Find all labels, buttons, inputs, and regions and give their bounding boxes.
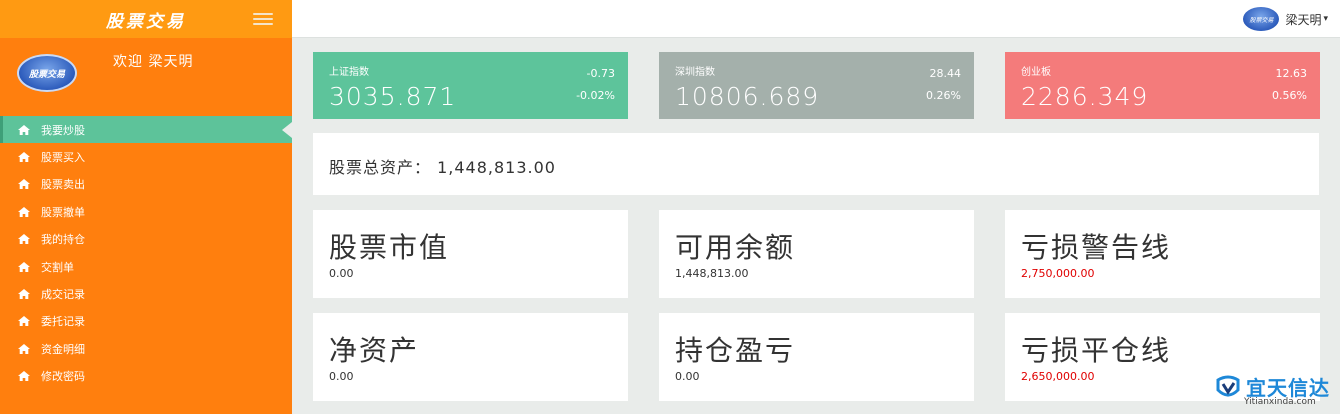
index-value: 10806.689 xyxy=(675,82,820,111)
brand-header: 股票交易 xyxy=(0,0,292,38)
index-card-chinext: 创业板 2286.349 12.63 0.56% xyxy=(1005,52,1320,119)
sidebar-item-buy[interactable]: 股票买入 xyxy=(0,143,292,170)
index-change-percent: 0.56% xyxy=(1272,89,1307,102)
total-assets-text: 股票总资产： 1,448,813.00 xyxy=(329,154,556,178)
sidebar-item-order-records[interactable]: 委托记录 xyxy=(0,308,292,335)
sidebar-menu: 我要炒股 股票买入 股票卖出 股票撤单 我的持仓 交割单 成交记录 委托记录 资… xyxy=(0,116,292,390)
home-icon xyxy=(18,234,30,245)
sidebar-item-label: 委托记录 xyxy=(41,315,85,329)
avatar-logo-text: 股票交易 xyxy=(1249,16,1274,24)
index-value: 3035.871 xyxy=(329,82,457,111)
index-name: 创业板 xyxy=(1021,67,1051,78)
sidebar-item-label: 修改密码 xyxy=(41,370,85,384)
avatar-logo-text: 股票交易 xyxy=(28,69,65,80)
index-change: 12.63 xyxy=(1275,67,1308,80)
welcome-text: 欢迎 梁天明 xyxy=(113,54,194,70)
sidebar-item-change-password[interactable]: 修改密码 xyxy=(0,363,292,390)
stat-card-position-pnl: 持仓盈亏 0.00 xyxy=(659,313,974,401)
stat-value: 0.00 xyxy=(329,370,354,383)
sidebar-item-fund-details[interactable]: 资金明细 xyxy=(0,335,292,362)
stat-value: 2,750,000.00 xyxy=(1021,267,1095,280)
stat-title: 净资产 xyxy=(329,334,420,367)
total-assets-panel: 股票总资产： 1,448,813.00 xyxy=(313,133,1319,195)
avatar: 股票交易 xyxy=(17,54,77,92)
stat-title: 亏损警告线 xyxy=(1021,231,1172,264)
home-icon xyxy=(18,289,30,300)
sidebar-item-settlement[interactable]: 交割单 xyxy=(0,253,292,280)
sidebar-item-label: 股票撤单 xyxy=(41,205,85,219)
user-menu-dropdown[interactable]: 股票交易 梁天明 ▾ xyxy=(1243,7,1328,31)
home-icon xyxy=(18,343,30,354)
sidebar-item-trade[interactable]: 我要炒股 xyxy=(0,116,292,144)
top-bar: 股票交易 梁天明 ▾ xyxy=(292,0,1340,38)
stat-card-loss-warning-line: 亏损警告线 2,750,000.00 xyxy=(1005,210,1320,298)
caret-down-icon: ▾ xyxy=(1323,14,1328,24)
stat-value: 1,448,813.00 xyxy=(675,267,749,280)
stat-value: 2,650,000.00 xyxy=(1021,370,1095,383)
index-card-shenzhen: 深圳指数 10806.689 28.44 0.26% xyxy=(659,52,974,119)
sidebar-item-label: 成交记录 xyxy=(41,288,85,302)
sidebar-item-trade-records[interactable]: 成交记录 xyxy=(0,280,292,307)
watermark: 宜天信达 Yitianxinda.com xyxy=(1214,372,1338,412)
sidebar-item-positions[interactable]: 我的持仓 xyxy=(0,226,292,253)
stat-value: 0.00 xyxy=(329,267,354,280)
index-card-shanghai: 上证指数 3035.871 -0.73 -0.02% xyxy=(313,52,628,119)
brand-title: 股票交易 xyxy=(106,11,186,32)
home-icon xyxy=(18,179,30,190)
watermark-logo-icon xyxy=(1216,375,1240,397)
index-change-percent: 0.26% xyxy=(926,89,961,102)
sidebar-item-label: 资金明细 xyxy=(41,342,85,356)
stat-title: 亏损平仓线 xyxy=(1021,334,1172,367)
stat-title: 持仓盈亏 xyxy=(675,334,796,367)
index-name: 深圳指数 xyxy=(675,67,715,78)
stat-title: 股票市值 xyxy=(329,231,450,264)
user-panel: 股票交易 欢迎 梁天明 xyxy=(0,38,292,116)
home-icon xyxy=(18,152,30,163)
index-change-percent: -0.02% xyxy=(576,89,615,102)
avatar: 股票交易 xyxy=(1243,7,1280,31)
username: 梁天明 xyxy=(1285,12,1322,27)
index-change: 28.44 xyxy=(929,67,962,80)
sidebar-item-label: 股票卖出 xyxy=(41,178,85,192)
index-name: 上证指数 xyxy=(329,67,369,78)
stat-title: 可用余额 xyxy=(675,231,796,264)
home-icon xyxy=(18,124,30,135)
total-assets-label: 股票总资产： xyxy=(329,158,432,177)
index-change: -0.73 xyxy=(586,67,615,80)
stat-card-market-value: 股票市值 0.00 xyxy=(313,210,628,298)
home-icon xyxy=(18,316,30,327)
home-icon xyxy=(18,261,30,272)
index-value: 2286.349 xyxy=(1021,82,1149,111)
sidebar-item-label: 交割单 xyxy=(41,260,74,274)
stat-card-net-assets: 净资产 0.00 xyxy=(313,313,628,401)
sidebar-item-label: 我的持仓 xyxy=(41,233,85,247)
sidebar-item-label: 我要炒股 xyxy=(41,123,85,137)
stat-value: 0.00 xyxy=(675,370,700,383)
home-icon xyxy=(18,371,30,382)
sidebar-item-label: 股票买入 xyxy=(41,151,85,165)
menu-toggle-icon[interactable] xyxy=(253,13,273,26)
watermark-url: Yitianxinda.com xyxy=(1244,397,1316,407)
sidebar-item-sell[interactable]: 股票卖出 xyxy=(0,171,292,198)
sidebar: 股票交易 股票交易 欢迎 梁天明 我要炒股 股票买入 股票卖出 股票撤单 我的持… xyxy=(0,0,292,414)
total-assets-value: 1,448,813.00 xyxy=(437,158,556,177)
stat-card-available-balance: 可用余额 1,448,813.00 xyxy=(659,210,974,298)
home-icon xyxy=(18,206,30,217)
sidebar-item-cancel-order[interactable]: 股票撤单 xyxy=(0,198,292,225)
